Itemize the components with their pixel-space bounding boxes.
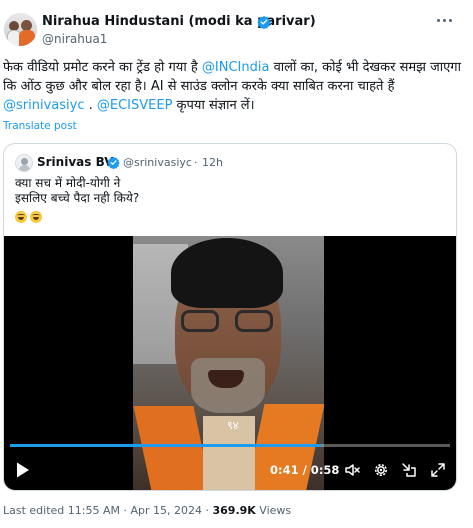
verified-badge-icon — [257, 15, 271, 29]
quoted-text-line: इसलिए बच्चे पैदा नही किये? — [15, 191, 140, 205]
more-options-icon[interactable] — [436, 18, 454, 24]
video-frame: ९४ — [133, 236, 324, 490]
tweet-text: फेक वीडियो प्रमोट करने का ट्रेंड हो गया … — [3, 58, 465, 115]
author-name[interactable]: Nirahua Hindustani (modi ka parivar) — [42, 14, 316, 29]
video-progress-fill — [10, 444, 322, 447]
quoted-timestamp[interactable]: 12h — [202, 156, 223, 169]
quoted-author-handle[interactable]: @srinivasiyc — [123, 156, 192, 169]
fullscreen-icon[interactable] — [430, 462, 446, 478]
verified-badge-icon — [107, 156, 120, 169]
tweet-meta: Last edited 11:55 AM · Apr 15, 2024 · 36… — [3, 504, 291, 517]
play-icon[interactable] — [15, 461, 31, 479]
mention-inc-india[interactable]: @INCIndia — [202, 60, 270, 75]
mention-srinivasiyc[interactable]: @srinivasiyc — [3, 98, 84, 113]
quoted-author-avatar[interactable] — [15, 154, 33, 172]
video-progress-bar[interactable] — [10, 444, 450, 447]
tweet-card: Nirahua Hindustani (modi ka parivar) @ni… — [0, 0, 473, 528]
tweet-text-segment: कृपया संज्ञान लें। — [172, 98, 255, 113]
laughing-tears-emoji-icon — [15, 211, 27, 223]
video-player[interactable]: ९४ 0:41 / 0:58 — [4, 236, 456, 490]
views-count: 369.9K — [212, 504, 256, 517]
quoted-text-line: क्या सच में मोदी-योगी ने — [15, 176, 121, 190]
quoted-tweet[interactable]: Srinivas BV @srinivasiyc · 12h क्या सच म… — [3, 143, 457, 491]
video-caption-glyph: ९४ — [227, 419, 239, 432]
author-handle[interactable]: @nirahua1 — [42, 32, 107, 46]
video-time: 0:41 / 0:58 — [270, 463, 340, 477]
separator-dot: · — [194, 156, 198, 169]
laughing-tears-emoji-icon — [30, 211, 42, 223]
tweet-text-segment: फेक वीडियो प्रमोट करने का ट्रेंड हो गया … — [3, 60, 202, 75]
exit-fullscreen-icon[interactable] — [401, 462, 417, 478]
edited-timestamp[interactable]: Last edited 11:55 AM · Apr 15, 2024 · — [3, 504, 212, 517]
views-label: Views — [255, 504, 292, 517]
translate-post-link[interactable]: Translate post — [3, 120, 77, 132]
mute-icon[interactable] — [344, 462, 360, 478]
author-avatar[interactable] — [4, 13, 37, 46]
mention-ecisveep[interactable]: @ECISVEEP — [97, 98, 173, 113]
emoji-row — [15, 208, 45, 223]
quoted-text: क्या सच में मोदी-योगी ने इसलिए बच्चे पैद… — [15, 176, 435, 206]
tweet-text-segment: . — [84, 98, 97, 113]
settings-gear-icon[interactable] — [373, 462, 389, 478]
quoted-author-name[interactable]: Srinivas BV — [37, 155, 114, 169]
